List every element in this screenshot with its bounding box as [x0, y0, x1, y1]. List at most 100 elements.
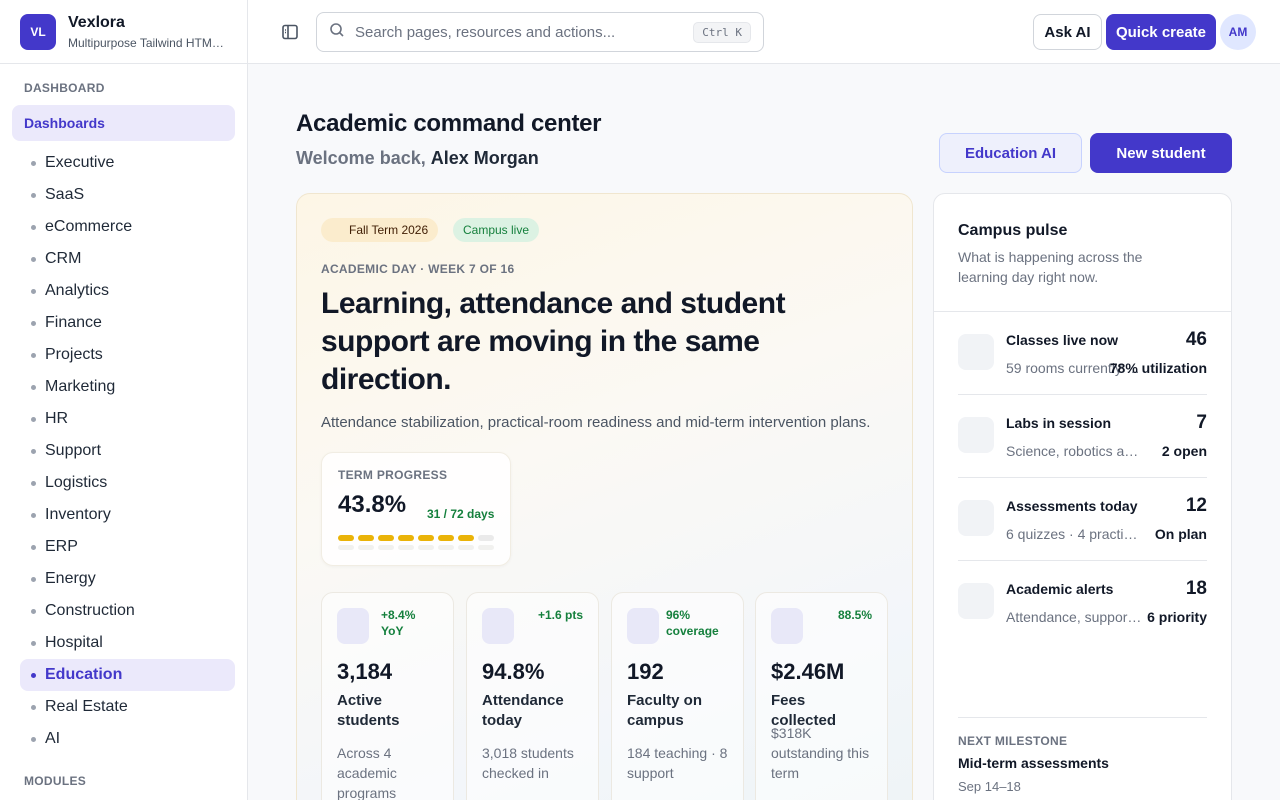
kpi-card[interactable]: 96% coverage 192 Faculty on campus 184 teac…	[611, 592, 744, 800]
sidebar-item-executive[interactable]: Executive	[20, 147, 235, 179]
sidebar-item-projects[interactable]: Projects	[20, 339, 235, 371]
bullet-icon	[31, 736, 36, 742]
sidebar-nav-list: Executive SaaS eCommerce CRM Analytics Financ…	[0, 147, 247, 755]
search-shortcut: Ctrl K	[693, 21, 751, 43]
topbar: Search pages, resources and actions... C…	[248, 0, 1280, 64]
bullet-icon	[31, 384, 36, 390]
brand[interactable]: VL Vexlora Multipurpose Tailwind HTML Ad…	[0, 0, 247, 64]
progress-segment	[338, 535, 354, 541]
sidebar-item-ecommerce[interactable]: eCommerce	[20, 211, 235, 243]
progress-track-segment	[358, 545, 374, 550]
kpi-value: 94.8%	[482, 659, 545, 684]
bullet-icon	[31, 640, 36, 646]
pulse-row-icon	[958, 417, 994, 453]
sidebar-item-crm[interactable]: CRM	[20, 243, 235, 275]
pulse-row-title: Academic alerts	[1006, 581, 1114, 597]
pulse-row-subtext: 6 quizzes · 4 practicals · 2 exams	[1006, 526, 1142, 542]
sidebar-item-ai[interactable]: AI	[20, 723, 235, 755]
sidebar-item-label: Energy	[45, 570, 96, 587]
term-progress-card: TERM PROGRESS 43.8% 31 / 72 days	[321, 452, 511, 566]
brand-subtitle: Multipurpose Tailwind HTML Admin Templat…	[68, 35, 227, 50]
kpi-value: 192	[627, 659, 664, 684]
kpi-icon	[627, 608, 659, 644]
progress-segment	[398, 535, 414, 541]
milestone-title: Mid-term assessments	[958, 755, 1109, 771]
pulse-row[interactable]: Assessments today 12 6 quizzes · 4 practic…	[958, 478, 1207, 561]
avatar[interactable]: AM	[1220, 14, 1256, 50]
sidebar-item-marketing[interactable]: Marketing	[20, 371, 235, 403]
bullet-icon	[31, 160, 36, 166]
sidebar-item-inventory[interactable]: Inventory	[20, 499, 235, 531]
progress-track-segment	[398, 545, 414, 550]
pulse-row-icon	[958, 583, 994, 619]
page-title: Academic command center	[296, 110, 602, 137]
progress-track-segment	[418, 545, 434, 550]
hero-headline: Learning, attendance and student support…	[321, 287, 786, 396]
kpi-delta: 88.5%	[837, 608, 872, 622]
kpi-card[interactable]: 88.5% $2.46M Fees collected $318K outstandi…	[755, 592, 888, 800]
kpi-icon	[482, 608, 514, 644]
hero-description: Attendance stabilization, practical-room…	[321, 414, 871, 431]
search-input[interactable]: Search pages, resources and actions... C…	[316, 12, 764, 52]
pulse-row-value: 18	[1185, 578, 1207, 599]
pulse-row-title: Assessments today	[1006, 498, 1138, 514]
ask-ai-button[interactable]: Ask AI	[1033, 14, 1102, 50]
kpi-card[interactable]: +1.6 pts 94.8% Attendance today 3,018 stude…	[466, 592, 599, 800]
welcome-text: Welcome back, Alex Morgan	[296, 148, 539, 169]
welcome-prefix: Welcome back,	[296, 148, 426, 168]
bullet-icon	[31, 288, 36, 294]
pulse-row-icon	[958, 334, 994, 370]
sidebar-toggle-icon[interactable]	[280, 22, 300, 42]
kpi-value: 3,184	[337, 659, 393, 684]
term-progress-days: 31 / 72 days	[427, 507, 495, 521]
sidebar-item-construction[interactable]: Construction	[20, 595, 235, 627]
progress-track-segment	[338, 545, 354, 550]
search-placeholder: Search pages, resources and actions...	[355, 23, 616, 41]
sidebar-item-education[interactable]: Education	[20, 659, 235, 691]
pulse-title: Campus pulse	[958, 222, 1068, 239]
bullet-icon	[31, 352, 36, 358]
new-student-label: New student	[1116, 144, 1206, 162]
pulse-row-title: Classes live now	[1006, 332, 1119, 348]
sidebar-item-hr[interactable]: HR	[20, 403, 235, 435]
education-ai-button[interactable]: Education AI	[939, 133, 1082, 173]
sidebar-item-finance[interactable]: Finance	[20, 307, 235, 339]
sidebar-item-support[interactable]: Support	[20, 435, 235, 467]
bullet-icon	[31, 512, 36, 518]
sidebar-item-label: HR	[45, 410, 69, 427]
pulse-row[interactable]: Academic alerts 18 Attendance, support and…	[958, 561, 1207, 644]
sidebar-item-hospital[interactable]: Hospital	[20, 627, 235, 659]
pulse-row[interactable]: Labs in session 7 Science, robotics and de…	[958, 395, 1207, 478]
campus-live-pill: Campus live	[453, 218, 540, 242]
sidebar-item-logistics[interactable]: Logistics	[20, 467, 235, 499]
sidebar-item-saas[interactable]: SaaS	[20, 179, 235, 211]
quick-create-button[interactable]: Quick create	[1106, 14, 1216, 50]
brand-logo: VL	[20, 13, 56, 50]
pulse-row[interactable]: Classes live now4659 rooms currently sch…	[958, 312, 1207, 395]
term-pill-label: Fall Term 2026	[349, 223, 429, 237]
pulse-row-value: 7	[1196, 412, 1207, 433]
brand-name: Vexlora	[68, 13, 125, 31]
bullet-icon	[31, 416, 36, 422]
bullet-icon	[31, 256, 36, 262]
pulse-row-value: 46	[1185, 329, 1207, 350]
progress-track-segment	[478, 545, 494, 550]
sidebar-item-label: CRM	[45, 250, 82, 267]
sidebar-item-analytics[interactable]: Analytics	[20, 275, 235, 307]
sidebar-item-erp[interactable]: ERP	[20, 531, 235, 563]
pulse-row-tag: 2 open	[1161, 443, 1207, 459]
kpi-icon	[771, 608, 803, 644]
bullet-icon	[31, 576, 36, 582]
kpi-card[interactable]: +8.4% YoY 3,184 Active students Across 4 ac…	[321, 592, 454, 800]
pulse-row-icon	[958, 500, 994, 536]
divider	[958, 717, 1207, 718]
sidebar-item-energy[interactable]: Energy	[20, 563, 235, 595]
sidebar-item-label: Analytics	[45, 282, 110, 299]
progress-segment	[438, 535, 454, 541]
sidebar-item-real-estate[interactable]: Real Estate	[20, 691, 235, 723]
term-progress-label: TERM PROGRESS	[338, 468, 448, 482]
sidebar-group-dashboards[interactable]: Dashboards	[12, 105, 235, 141]
term-pill: Fall Term 2026	[321, 218, 439, 242]
kpi-icon	[337, 608, 369, 644]
new-student-button[interactable]: New student	[1090, 133, 1232, 173]
